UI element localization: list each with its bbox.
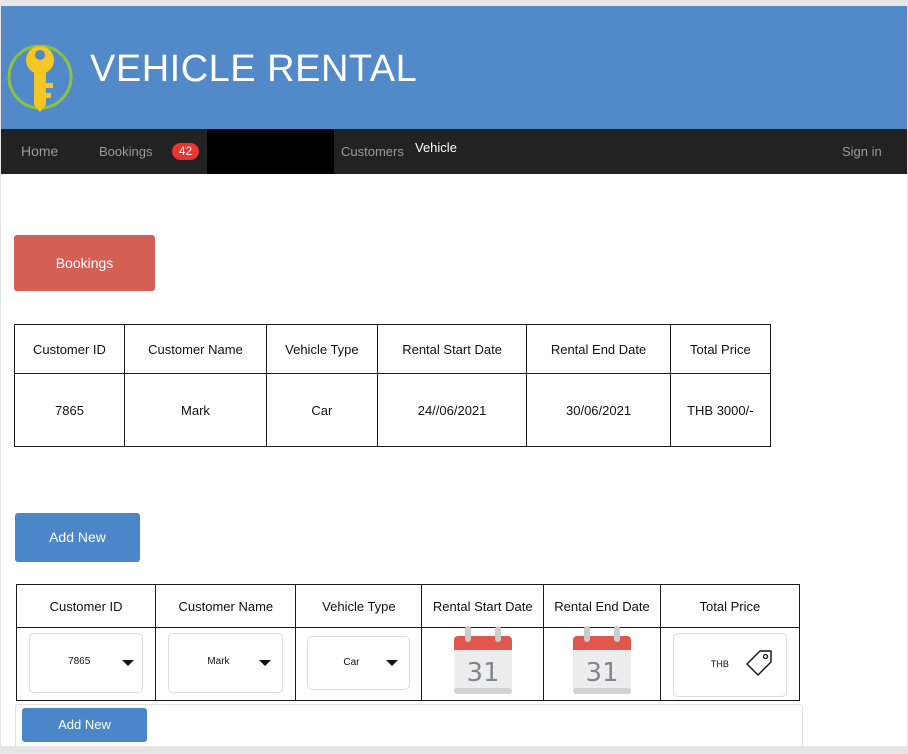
column-header: Customer Name <box>123 324 268 374</box>
total-price-input[interactable]: THB <box>672 633 787 697</box>
table-row: 7865 Mark Car 24//06/2021 30/06/2021 THB… <box>14 373 772 447</box>
chevron-down-icon <box>122 660 135 666</box>
key-icon <box>7 44 73 112</box>
nav-bookings[interactable]: Bookings <box>99 129 152 174</box>
calendar-icon[interactable]: 31 <box>571 626 633 698</box>
chevron-down-icon <box>386 660 399 666</box>
vehicle-type-select[interactable]: Car <box>307 636 411 690</box>
column-header: Customer ID <box>15 584 157 628</box>
column-header: Customer Name <box>155 584 297 628</box>
nav-sign-in[interactable]: Sign in <box>842 129 882 174</box>
add-new-button[interactable]: Add New <box>15 513 140 562</box>
add-booking-table: Customer ID Customer Name Vehicle Type R… <box>15 584 801 701</box>
bookings-count-badge: 42 <box>172 143 199 160</box>
table-header-row: Customer ID Customer Name Vehicle Type R… <box>14 324 772 374</box>
cell-rental-start-date: 24//06/2021 <box>376 373 528 447</box>
currency-label: THB <box>710 659 729 669</box>
app-title: VEHICLE RENTAL <box>90 48 418 90</box>
nav-home[interactable]: Home <box>21 129 58 174</box>
vehicle-type-value: Car <box>343 657 360 668</box>
customer-id-value: 7865 <box>68 656 91 667</box>
rental-end-date-cell: 31 <box>543 626 661 701</box>
submit-add-new-button[interactable]: Add New <box>22 708 147 742</box>
total-price-cell: THB <box>659 627 801 701</box>
nav-vehicle-rental-label: Vehicle Rental <box>415 140 457 200</box>
column-header: Rental End Date <box>526 324 671 374</box>
column-header: Rental End Date <box>543 584 661 628</box>
customer-id-select[interactable]: 7865 <box>29 633 144 693</box>
price-tag-icon <box>746 650 772 676</box>
column-header: Rental Start Date <box>376 324 528 374</box>
cell-vehicle-type: Car <box>266 373 378 447</box>
chevron-down-icon <box>259 660 272 666</box>
column-header: Vehicle Type <box>266 324 378 374</box>
nav-customers[interactable]: Customers <box>341 129 404 174</box>
bookings-button[interactable]: Bookings <box>14 235 155 291</box>
column-header: Vehicle Type <box>295 584 423 628</box>
vehicle-type-cell: Car <box>295 627 423 701</box>
input-row: 7865 Mark Car 31 31 THB <box>15 626 801 701</box>
rental-start-date-cell: 31 <box>421 626 545 701</box>
customer-name-value: Mark <box>207 656 230 667</box>
calendar-icon[interactable]: 31 <box>452 626 514 698</box>
window-bottom-edge <box>0 746 908 754</box>
nav-vehicle-rental-active[interactable]: Vehicle Rental <box>207 129 457 200</box>
column-header: Rental Start Date <box>421 584 545 628</box>
column-header: Total Price <box>669 324 772 374</box>
customer-name-select[interactable]: Mark <box>168 633 284 693</box>
customer-name-cell: Mark <box>155 627 297 701</box>
cell-total-price: THB 3000/- <box>669 373 772 447</box>
calendar-day: 31 <box>585 658 618 688</box>
column-header: Total Price <box>659 584 801 628</box>
bookings-table: Customer ID Customer Name Vehicle Type R… <box>14 324 772 447</box>
column-header: Customer ID <box>14 324 125 374</box>
customer-id-cell: 7865 <box>15 627 157 701</box>
app-header: VEHICLE RENTAL <box>1 6 907 129</box>
calendar-day: 31 <box>466 658 499 688</box>
cell-customer-id: 7865 <box>14 373 125 447</box>
app-window: VEHICLE RENTAL Home Bookings Customers S… <box>1 6 907 748</box>
cell-customer-name: Mark <box>123 373 268 447</box>
table-header-row: Customer ID Customer Name Vehicle Type R… <box>15 584 801 628</box>
cell-rental-end-date: 30/06/2021 <box>526 373 671 447</box>
